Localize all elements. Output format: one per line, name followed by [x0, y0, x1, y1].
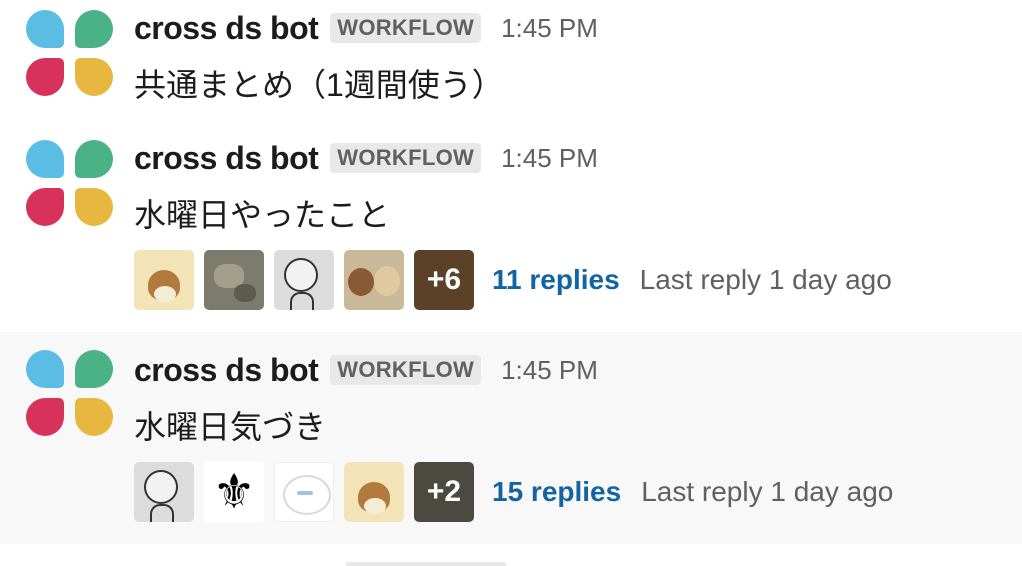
- timestamp[interactable]: 1:45 PM: [501, 13, 598, 44]
- dogs-photo-avatar-icon[interactable]: [344, 250, 404, 310]
- last-reply-text: Last reply 1 day ago: [639, 264, 892, 295]
- workflow-badge: WORKFLOW: [330, 355, 482, 385]
- replies-link[interactable]: 15 replies: [492, 476, 621, 508]
- timestamp[interactable]: 1:45 PM: [501, 143, 598, 174]
- message-header: cross ds bot WORKFLOW 1:45 PM: [134, 8, 598, 48]
- message-2[interactable]: cross ds bot WORKFLOW 1:45 PM 水曜日やったこと +…: [0, 130, 1022, 328]
- next-message-edge: [346, 562, 506, 566]
- message-header: cross ds bot WORKFLOW 1:45 PM: [134, 350, 598, 390]
- logo-quadrant-red: [26, 188, 64, 226]
- cinnamoroll-avatar-icon[interactable]: [274, 462, 334, 522]
- logo-quadrant-red: [26, 398, 64, 436]
- message-text: 水曜日気づき: [134, 409, 327, 445]
- sketch-person-avatar-icon[interactable]: [274, 250, 334, 310]
- bot-avatar[interactable]: [24, 350, 114, 440]
- logo-quadrant-blue: [26, 10, 64, 48]
- eevee-avatar-icon[interactable]: [134, 250, 194, 310]
- eevee-avatar-icon[interactable]: [344, 462, 404, 522]
- message-text: 水曜日やったこと: [134, 197, 391, 233]
- thread-summary[interactable]: +6 11 replies Last reply 1 day ago: [134, 250, 892, 310]
- message-text: 共通まとめ（1週間使う）: [134, 67, 504, 103]
- message-header: cross ds bot WORKFLOW 1:45 PM: [134, 138, 598, 178]
- username[interactable]: cross ds bot: [134, 10, 319, 47]
- timestamp[interactable]: 1:45 PM: [501, 355, 598, 386]
- workflow-badge: WORKFLOW: [330, 13, 482, 43]
- fleur-de-lis-avatar-icon[interactable]: ⚜: [204, 462, 264, 522]
- more-participants-button[interactable]: +2: [414, 462, 474, 522]
- logo-quadrant-yellow: [75, 188, 113, 226]
- message-3[interactable]: cross ds bot WORKFLOW 1:45 PM 水曜日気づき ⚜ +…: [0, 332, 1022, 544]
- replies-link[interactable]: 11 replies: [492, 264, 620, 296]
- logo-quadrant-green: [75, 10, 113, 48]
- workflow-badge: WORKFLOW: [330, 143, 482, 173]
- logo-quadrant-blue: [26, 350, 64, 388]
- logo-quadrant-blue: [26, 140, 64, 178]
- username[interactable]: cross ds bot: [134, 140, 319, 177]
- logo-quadrant-green: [75, 350, 113, 388]
- rock-photo-avatar-icon[interactable]: [204, 250, 264, 310]
- logo-quadrant-red: [26, 58, 64, 96]
- logo-quadrant-yellow: [75, 398, 113, 436]
- thread-summary[interactable]: ⚜ +2 15 replies Last reply 1 day ago: [134, 462, 893, 522]
- last-reply-text: Last reply 1 day ago: [641, 476, 894, 507]
- more-participants-button[interactable]: +6: [414, 250, 474, 310]
- bot-avatar[interactable]: [24, 10, 114, 100]
- sketch-person-avatar-icon[interactable]: [134, 462, 194, 522]
- logo-quadrant-yellow: [75, 58, 113, 96]
- bot-avatar[interactable]: [24, 140, 114, 230]
- username[interactable]: cross ds bot: [134, 352, 319, 389]
- logo-quadrant-green: [75, 140, 113, 178]
- message-1[interactable]: cross ds bot WORKFLOW 1:45 PM 共通まとめ（1週間使…: [0, 0, 1022, 120]
